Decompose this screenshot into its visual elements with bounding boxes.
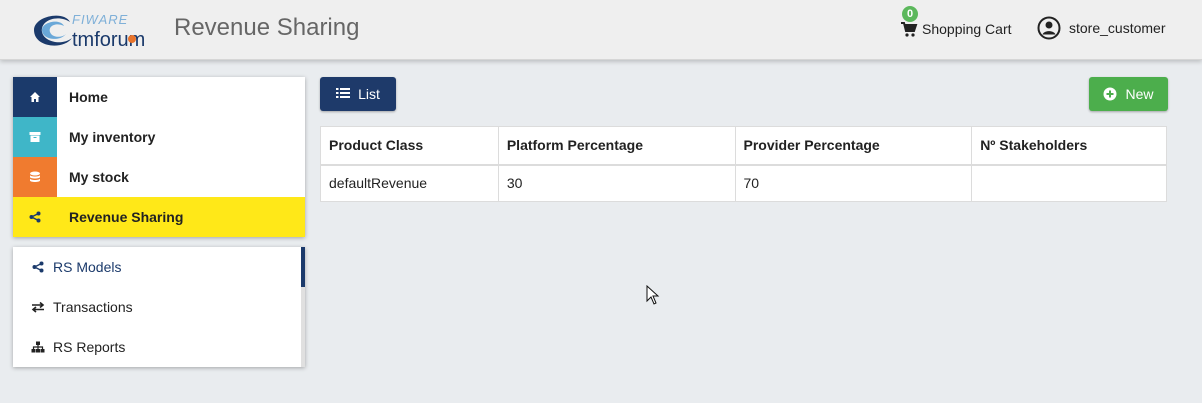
svg-text:FIWARE: FIWARE (72, 12, 128, 27)
submenu-scrollbar-thumb[interactable] (301, 247, 305, 287)
list-button[interactable]: List (320, 77, 396, 111)
mouse-cursor-icon (646, 285, 660, 305)
cell-provider-percentage: 70 (734, 164, 973, 202)
home-icon (13, 77, 57, 117)
submenu-item-rs-reports[interactable]: RS Reports (13, 327, 305, 367)
sidebar-item-label: Home (69, 89, 108, 105)
submenu-scrollbar[interactable] (301, 247, 305, 367)
submenu-item-rs-models[interactable]: RS Models (13, 247, 305, 287)
list-icon (336, 87, 351, 101)
plus-circle-icon (1103, 87, 1117, 101)
sidebar-menu: Home My inventory My stock Revenue Shari… (13, 77, 305, 237)
sidebar-item-inventory[interactable]: My inventory (13, 117, 305, 157)
cart-label: Shopping Cart (922, 21, 1012, 37)
user-menu[interactable]: store_customer (1037, 16, 1165, 40)
submenu-item-label: Transactions (53, 299, 133, 315)
cell-platform-percentage: 30 (497, 164, 736, 202)
list-button-label: List (358, 86, 380, 102)
sidebar-item-home[interactable]: Home (13, 77, 305, 117)
sidebar-item-label: My inventory (69, 129, 156, 145)
column-header-provider-percentage[interactable]: Provider Percentage (734, 126, 973, 166)
sidebar-item-stock[interactable]: My stock (13, 157, 305, 197)
shopping-cart-link[interactable]: Shopping Cart (900, 18, 1012, 40)
sitemap-icon (31, 340, 45, 354)
sidebar-item-label: My stock (69, 169, 129, 185)
cell-product-class: defaultRevenue (320, 164, 499, 202)
user-circle-icon (1037, 16, 1061, 40)
database-icon (13, 157, 57, 197)
new-button-label: New (1125, 86, 1154, 102)
fiware-tmforum-logo[interactable]: FIWARE tmforum (28, 8, 168, 52)
cell-stakeholders (971, 164, 1167, 202)
revenue-sharing-submenu: RS Models Transactions RS Reports (13, 247, 305, 367)
column-header-stakeholders[interactable]: Nº Stakeholders (971, 126, 1167, 166)
table-row[interactable]: defaultRevenue 30 70 (320, 164, 1167, 202)
table-header-row: Product Class Platform Percentage Provid… (320, 126, 1167, 166)
sidebar-item-label: Revenue Sharing (69, 209, 184, 225)
page-title: Revenue Sharing (174, 14, 360, 41)
rs-models-table: Product Class Platform Percentage Provid… (320, 126, 1167, 202)
column-header-platform-percentage[interactable]: Platform Percentage (497, 126, 736, 166)
archive-icon (13, 117, 57, 157)
username-label: store_customer (1069, 20, 1166, 36)
submenu-item-transactions[interactable]: Transactions (13, 287, 305, 327)
new-button[interactable]: New (1089, 77, 1168, 111)
top-navbar: FIWARE tmforum Revenue Sharing Shopping … (0, 0, 1202, 60)
submenu-item-label: RS Models (53, 259, 122, 275)
exchange-icon (31, 300, 45, 314)
column-header-product-class[interactable]: Product Class (320, 126, 499, 166)
submenu-item-label: RS Reports (53, 339, 126, 355)
share-icon (13, 197, 57, 237)
share-icon (31, 260, 45, 274)
sidebar-item-revenue-sharing[interactable]: Revenue Sharing (13, 197, 305, 237)
cart-count-badge: 0 (902, 6, 918, 22)
cart-icon (901, 22, 918, 37)
